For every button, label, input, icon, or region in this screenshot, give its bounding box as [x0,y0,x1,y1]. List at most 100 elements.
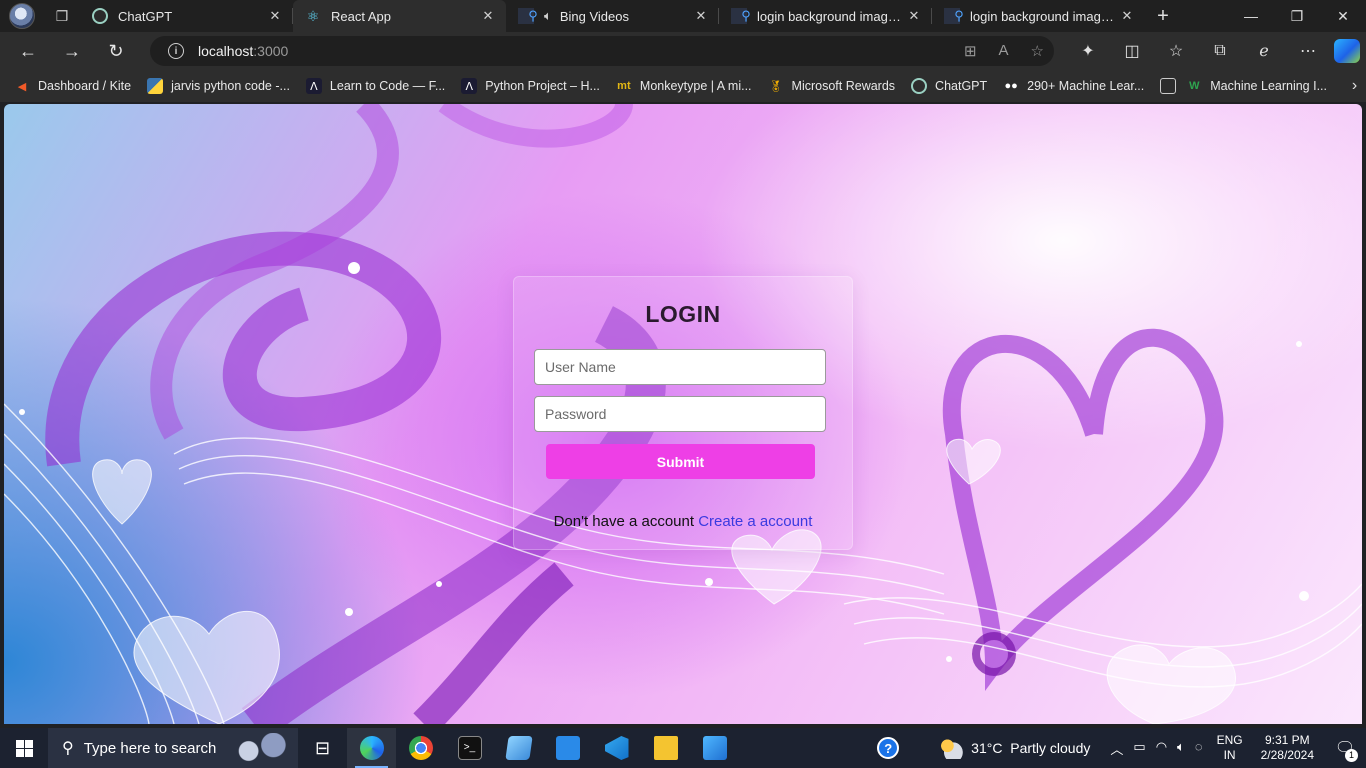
username-input[interactable] [534,349,826,385]
battery-icon[interactable]: ▭ [1133,739,1145,758]
kite-icon: ◀ [17,80,27,93]
folder-icon [653,736,678,760]
freecodecamp-icon: ᐱ [305,78,322,94]
collections-icon[interactable]: ⧉ [1198,39,1242,63]
terminal-icon: >_ [457,736,482,760]
tab-react-app[interactable]: ⚛ React App ✕ [293,0,506,32]
bookmarks-bar: ◀ Dashboard / Kite jarvis python code -..… [0,70,1366,102]
back-button[interactable]: ← [6,32,50,70]
close-icon[interactable]: ✕ [1119,8,1135,24]
submit-button[interactable]: Submit [546,444,815,479]
tab-bing-videos[interactable]: ⚲ 🔈︎ Bing Videos ✕ [506,0,719,32]
search-icon: ⚲ [518,8,538,24]
favorite-star-icon[interactable]: ☆ [1031,42,1044,60]
close-icon[interactable]: ✕ [267,8,283,24]
taskbar-chrome[interactable] [396,728,445,768]
bookmark-label: 290+ Machine Lear... [1027,79,1145,93]
profile-button[interactable] [0,0,44,32]
tab-title: login background images - [757,8,906,24]
minimize-button[interactable]: — [1228,0,1274,32]
volume-icon[interactable]: 🔈︎ [1177,739,1185,758]
extensions-icon[interactable]: ✦ [1066,39,1110,63]
forward-button[interactable]: → [50,32,94,70]
clock[interactable]: 9:31 PM 2/28/2024 [1261,733,1314,763]
notification-count: 1 [1345,749,1358,762]
bookmark-chatgpt[interactable]: ChatGPT [911,78,987,94]
help-icon[interactable]: ? [877,737,900,759]
tab-title: login background images - [970,8,1119,24]
search-icon: ⚲ [62,740,74,757]
new-tab-button[interactable]: + [1145,0,1181,32]
wifi-icon[interactable]: ◠ [1156,739,1167,758]
avatar [9,3,35,29]
copilot-icon[interactable] [1334,39,1360,63]
search-icon: ⚲ [944,8,964,24]
chevron-right-icon[interactable]: › [1343,77,1366,95]
bookmark-learn-to-code[interactable]: ᐱ Learn to Code — F... [305,78,445,94]
bookmark-ml-w[interactable]: W Machine Learning I... [1160,78,1327,94]
taskbar-edge[interactable] [347,728,396,768]
taskbar-notepad[interactable] [494,728,543,768]
medium-icon: ●● [1004,80,1018,92]
close-icon[interactable]: ✕ [906,8,922,24]
python-icon [147,78,164,94]
region-code: IN [1223,748,1236,762]
notification-center-icon[interactable]: 🗨︎ 1 [1330,738,1360,762]
address-bar[interactable]: i localhost:3000 ⊞ A ☆ [150,36,1054,66]
bookmark-label: Python Project – H... [485,79,600,93]
refresh-button[interactable]: ↻ [94,32,138,70]
taskbar-mail[interactable] [543,728,592,768]
bookmark-python-project[interactable]: ᐱ Python Project – H... [461,78,600,94]
login-title: LOGIN [645,301,721,327]
chrome-icon [408,736,433,760]
start-button[interactable] [0,728,48,768]
taskbar-photos[interactable] [690,728,739,768]
bookmark-label: Microsoft Rewards [791,79,896,93]
taskbar-file-explorer[interactable] [641,728,690,768]
taskbar-vscode[interactable] [592,728,641,768]
bookmark-kite[interactable]: ◀ Dashboard / Kite [14,78,131,94]
more-menu-icon[interactable]: ⋯ [1286,39,1330,63]
tab-login-images-2[interactable]: ⚲ login background images - ✕ [932,0,1145,32]
login-card: LOGIN Submit Don't have a account Create… [513,276,853,550]
chevron-up-icon[interactable]: ︿ [1110,739,1123,758]
search-highlight-art [230,733,292,763]
windows-logo-icon [15,739,33,757]
close-icon[interactable]: ✕ [480,8,496,24]
bookmark-ml-medium[interactable]: ●● 290+ Machine Lear... [1003,78,1145,94]
bookmark-monkeytype[interactable]: mt Monkeytype | A mi... [616,78,751,94]
close-window-button[interactable]: ✕ [1320,0,1366,32]
site-info-icon[interactable]: i [168,43,184,59]
close-icon[interactable]: ✕ [693,8,709,24]
search-icon: ⚲ [731,8,751,24]
speaker-icon[interactable]: 🔈︎ [544,8,552,24]
create-account-link[interactable]: Create a account [698,513,812,530]
tab-chatgpt[interactable]: ChatGPT ✕ [80,0,293,32]
language-indicator[interactable]: ENG IN [1217,733,1243,763]
tab-login-images-1[interactable]: ⚲ login background images - ✕ [719,0,932,32]
task-view-icon: ⊟ [314,737,331,758]
edge-bar-icon[interactable]: ℯ [1242,39,1286,63]
favorites-icon[interactable]: ☆ [1154,39,1198,63]
monkeytype-icon: mt [617,80,631,92]
calendar-icon [1160,78,1177,94]
task-view-button[interactable]: ⊟ [298,728,347,768]
read-aloud-icon[interactable]: A [999,42,1009,60]
tab-title: React App [331,8,391,24]
split-screen-icon[interactable]: ◫ [1110,39,1154,63]
partly-cloudy-icon [939,737,964,759]
password-input[interactable] [534,396,826,432]
medal-icon: 🏅︎ [768,80,783,93]
taskbar-terminal[interactable]: >_ [445,728,494,768]
weather-widget[interactable]: 31°C Partly cloudy [939,737,1090,759]
photos-icon [702,736,727,760]
restore-button[interactable]: ❐ [1274,0,1320,32]
bookmark-ms-rewards[interactable]: 🏅︎ Microsoft Rewards [768,78,896,94]
apps-icon[interactable]: ⊞ [964,42,977,60]
tab-title: Bing Videos [559,8,629,24]
workspaces-icon[interactable]: ❐ [44,0,80,32]
network-globe-icon[interactable]: ◌ [1195,739,1203,758]
bookmark-jarvis[interactable]: jarvis python code -... [147,78,290,94]
taskbar-search[interactable]: ⚲ Type here to search [48,728,298,768]
bookmark-label: jarvis python code -... [171,79,290,93]
